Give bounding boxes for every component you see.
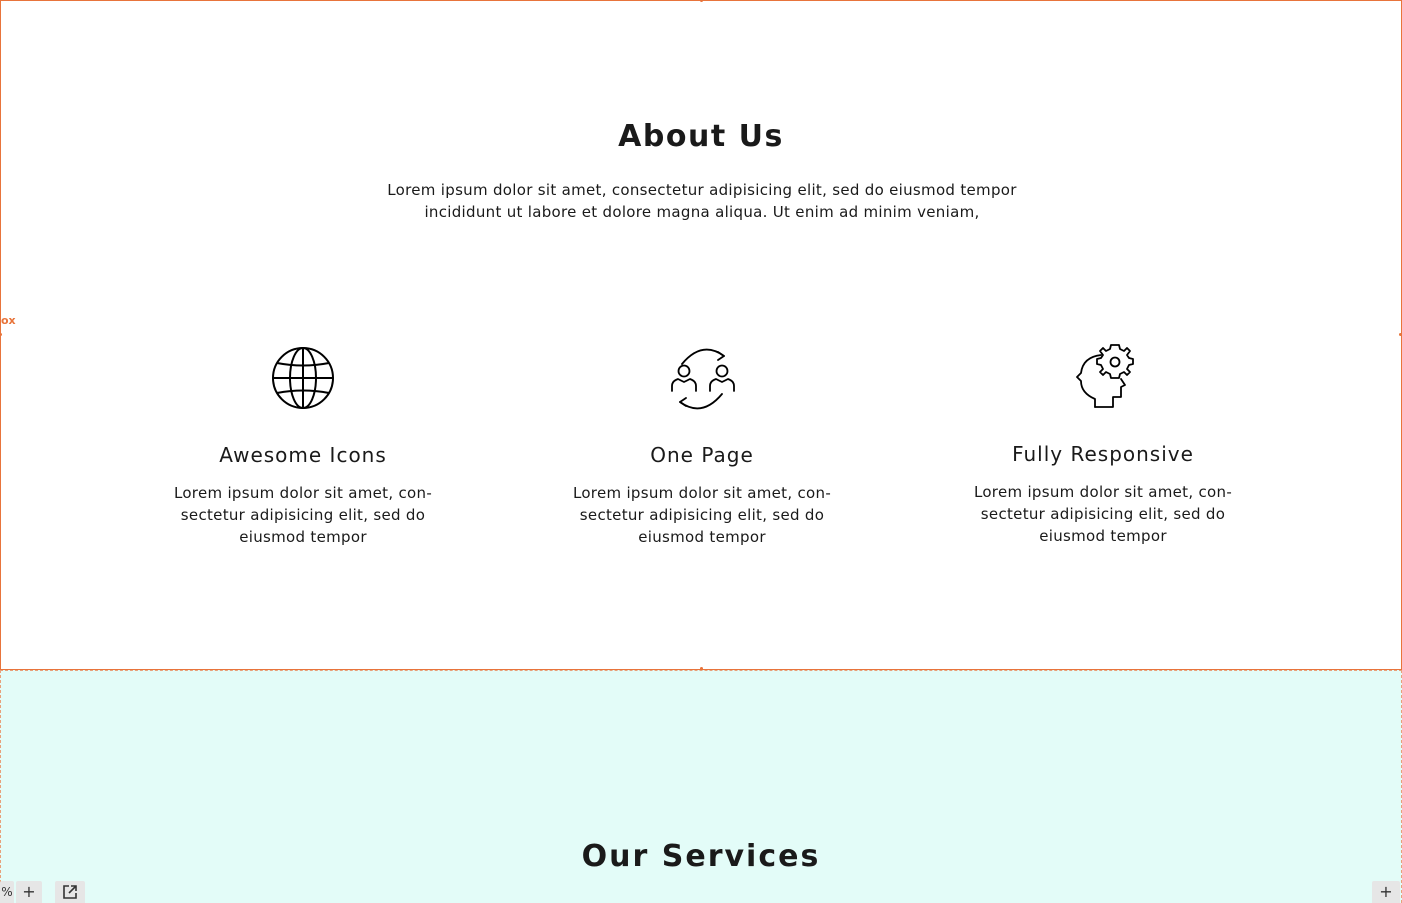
padding-label: ox <box>1 314 16 327</box>
feature-title: Awesome Icons <box>219 443 387 467</box>
feature-one-page: One Page Lorem ipsum dolor sit amet, con… <box>562 344 842 548</box>
user-exchange-icon <box>671 348 735 410</box>
feature-text: Lorem ipsum dolor sit amet, con-sectetur… <box>173 484 433 546</box>
add-section-button[interactable]: + <box>16 881 42 903</box>
external-link-icon <box>63 885 77 899</box>
page-title: About Us <box>618 119 784 154</box>
feature-title: Fully Responsive <box>1012 442 1194 466</box>
open-external-button[interactable] <box>55 881 85 903</box>
about-description: Lorem ipsum dolor sit amet, consectetur … <box>387 181 1017 221</box>
add-section-right-button[interactable]: + <box>1372 881 1400 903</box>
globe-icon <box>272 347 334 409</box>
feature-text: Lorem ipsum dolor sit amet, con-sectetur… <box>572 484 832 546</box>
resize-handle-top[interactable] <box>700 0 703 2</box>
editor-canvas: ox About Us Lorem ipsum dolor sit amet, … <box>0 0 1402 903</box>
resize-handle-left[interactable] <box>0 333 2 336</box>
feature-title: One Page <box>650 443 754 467</box>
feature-text: Lorem ipsum dolor sit amet, con-sectetur… <box>973 483 1233 545</box>
zoom-indicator: % <box>0 881 14 903</box>
feature-awesome-icons: Awesome Icons Lorem ipsum dolor sit amet… <box>163 344 443 548</box>
about-section[interactable]: ox About Us Lorem ipsum dolor sit amet, … <box>0 0 1402 670</box>
section-title: Our Services <box>581 839 821 874</box>
head-gear-icon <box>1076 344 1134 408</box>
services-section[interactable]: Our Services <box>0 670 1402 903</box>
feature-fully-responsive: Fully Responsive Lorem ipsum dolor sit a… <box>963 343 1243 547</box>
